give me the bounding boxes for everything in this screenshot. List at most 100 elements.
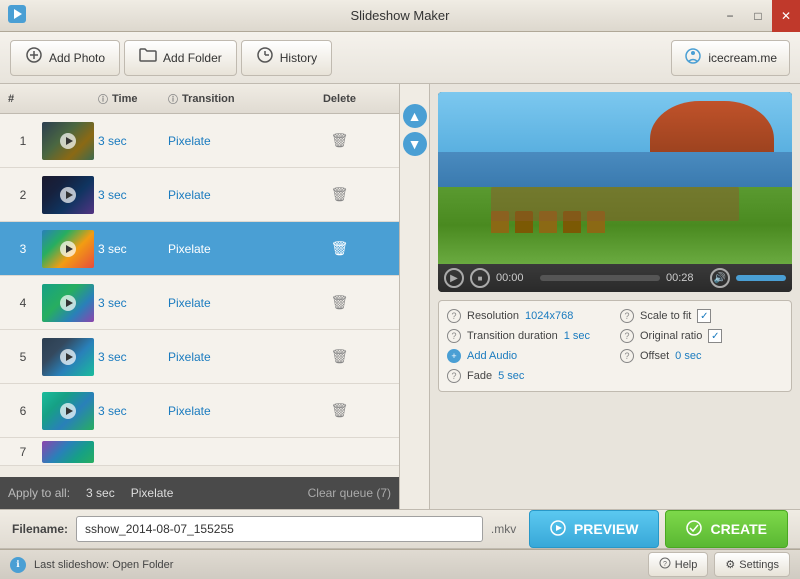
delete-button[interactable]: 🗑 (325, 184, 355, 205)
table-row[interactable]: 4 3 sec Pixelate 🗑 (0, 276, 399, 330)
thumb-play-icon (60, 241, 76, 257)
row-number: 6 (8, 404, 38, 418)
volume-button[interactable]: 🔊 (710, 268, 730, 288)
apply-time[interactable]: 3 sec (86, 486, 115, 500)
transition-value[interactable]: Pixelate (168, 350, 211, 364)
time-value[interactable]: 3 sec (98, 242, 127, 256)
row-thumbnail (38, 176, 98, 214)
delete-button[interactable]: 🗑 (325, 238, 355, 259)
table-row[interactable]: 1 3 sec Pixelate 🗑 (0, 114, 399, 168)
row-number: 3 (8, 242, 38, 256)
scale-checkbox[interactable]: ✓ (697, 309, 711, 323)
time-value[interactable]: 3 sec (98, 296, 127, 310)
table-row[interactable]: 3 3 sec Pixelate 🗑 (0, 222, 399, 276)
table-row[interactable]: 5 3 sec Pixelate 🗑 (0, 330, 399, 384)
status-text: Last slideshow: Open Folder (34, 559, 173, 571)
fade-value[interactable]: 5 sec (498, 370, 524, 382)
apply-transition[interactable]: Pixelate (131, 486, 174, 500)
settings-button[interactable]: ⚙ Settings (714, 552, 790, 577)
table-header: # ⓘ Time ⓘ Transition Delete (0, 84, 399, 114)
row-delete: 🗑 (288, 238, 391, 259)
table-row[interactable]: 7 (0, 438, 399, 466)
original-ratio-info-icon[interactable]: ? (620, 329, 634, 343)
fade-info-icon[interactable]: ? (447, 369, 461, 383)
row-transition: Pixelate (168, 350, 288, 364)
move-up-button[interactable]: ▲ (403, 104, 427, 128)
history-button[interactable]: History (241, 40, 332, 76)
add-folder-button[interactable]: Add Folder (124, 40, 237, 76)
help-button[interactable]: ? Help (648, 552, 709, 577)
row-delete: 🗑 (288, 184, 391, 205)
delete-button[interactable]: 🗑 (325, 130, 355, 151)
apply-label: Apply to all: (8, 486, 70, 500)
table-row[interactable]: 2 3 sec Pixelate 🗑 (0, 168, 399, 222)
row-delete: 🗑 (288, 292, 391, 313)
toolbar: Add Photo Add Folder History icecream.me (0, 32, 800, 84)
move-down-button[interactable]: ▼ (403, 132, 427, 156)
table-row[interactable]: 6 3 sec Pixelate 🗑 (0, 384, 399, 438)
chair (491, 211, 509, 233)
filename-input[interactable] (76, 516, 483, 542)
transition-value[interactable]: 1 sec (564, 330, 590, 342)
row-number: 1 (8, 134, 38, 148)
row-delete: 🗑 (288, 346, 391, 367)
transition-value[interactable]: Pixelate (168, 134, 211, 148)
current-time: 00:00 (496, 272, 534, 284)
add-audio-link[interactable]: Add Audio (467, 350, 517, 362)
progress-bar[interactable] (540, 275, 660, 281)
scale-row: ? Scale to fit ✓ (620, 309, 783, 323)
close-button[interactable]: ✕ (772, 0, 800, 32)
delete-button[interactable]: 🗑 (325, 292, 355, 313)
chair (587, 211, 605, 233)
row-time: 3 sec (98, 134, 168, 148)
history-icon (256, 46, 274, 69)
play-button[interactable]: ▶ (444, 268, 464, 288)
minimize-button[interactable]: − (716, 0, 744, 32)
offset-row: ? Offset 0 sec (620, 349, 783, 363)
add-folder-icon (139, 47, 157, 68)
right-panel: ▶ ■ 00:00 00:28 🔊 ? Resolution 1024x768 … (430, 84, 800, 509)
video-preview (438, 92, 792, 264)
time-value[interactable]: 3 sec (98, 134, 127, 148)
chair (539, 211, 557, 233)
transition-row: ? Transition duration 1 sec (447, 329, 610, 343)
time-value[interactable]: 3 sec (98, 188, 127, 202)
create-button[interactable]: CREATE (665, 510, 788, 548)
volume-bar[interactable] (736, 275, 786, 281)
thumbnail-image (42, 284, 94, 322)
help-icon: ? (659, 557, 671, 572)
resolution-value[interactable]: 1024x768 (525, 310, 573, 322)
thumbnail-image (42, 338, 94, 376)
row-time: 3 sec (98, 404, 168, 418)
transition-value[interactable]: Pixelate (168, 404, 211, 418)
maximize-button[interactable]: □ (744, 0, 772, 32)
chair (515, 211, 533, 233)
resolution-info-icon[interactable]: ? (447, 309, 461, 323)
add-audio-icon[interactable]: + (447, 349, 461, 363)
thumbnail-image (42, 176, 94, 214)
add-photo-button[interactable]: Add Photo (10, 40, 120, 76)
row-number: 4 (8, 296, 38, 310)
preview-button[interactable]: PREVIEW (529, 510, 660, 548)
brand-button[interactable]: icecream.me (671, 40, 790, 76)
original-ratio-checkbox[interactable]: ✓ (708, 329, 722, 343)
stop-button[interactable]: ■ (470, 268, 490, 288)
thumbnail-image (42, 230, 94, 268)
scale-info-icon[interactable]: ? (620, 309, 634, 323)
transition-value[interactable]: Pixelate (168, 296, 211, 310)
offset-info-icon[interactable]: ? (620, 349, 634, 363)
delete-button[interactable]: 🗑 (325, 346, 355, 367)
delete-button[interactable]: 🗑 (325, 400, 355, 421)
transition-info-icon[interactable]: ? (447, 329, 461, 343)
transition-value[interactable]: Pixelate (168, 242, 211, 256)
time-value[interactable]: 3 sec (98, 350, 127, 364)
offset-value[interactable]: 0 sec (675, 350, 701, 362)
transition-value[interactable]: Pixelate (168, 188, 211, 202)
header-num: # (8, 93, 38, 105)
offset-label: Offset (640, 350, 669, 362)
row-thumbnail (38, 122, 98, 160)
row-number: 2 (8, 188, 38, 202)
clear-queue-button[interactable]: Clear queue (7) (308, 486, 391, 500)
row-delete: 🗑 (288, 130, 391, 151)
time-value[interactable]: 3 sec (98, 404, 127, 418)
